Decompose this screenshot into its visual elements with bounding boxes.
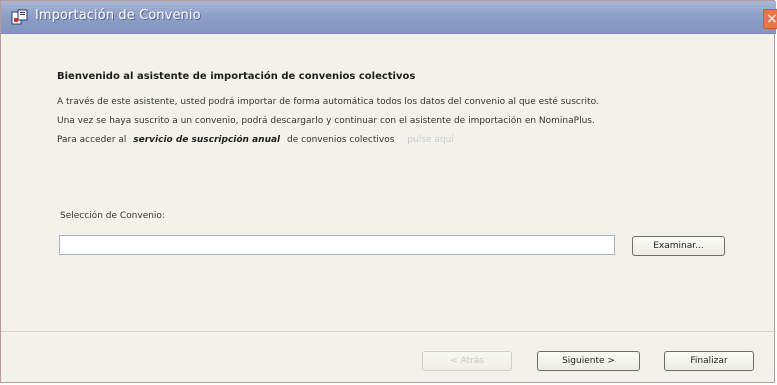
intro-line-3: Para acceder al servicio de suscripción … [57, 135, 454, 145]
back-button[interactable]: < Atrás [422, 351, 512, 371]
convenio-selection-label: Selección de Convenio: [60, 211, 165, 221]
intro-line-1: A través de este asistente, usted podrá … [57, 97, 599, 107]
subscription-prefix: Para acceder al [57, 135, 127, 145]
welcome-heading: Bienvenido al asistente de importación d… [57, 71, 416, 82]
window-title: Importación de Convenio [35, 8, 201, 23]
title-bar[interactable]: Importación de Convenio × [1, 1, 777, 34]
convenio-path-input[interactable] [59, 235, 615, 255]
close-button[interactable]: × [763, 9, 777, 29]
next-button[interactable]: Siguiente > [537, 351, 640, 371]
wizard-content: Bienvenido al asistente de importación d… [1, 34, 776, 384]
subscription-suffix: de convenios colectivos [287, 135, 395, 145]
browse-button[interactable]: Examinar... [632, 236, 725, 256]
subscription-service-text: servicio de suscripción anual [133, 135, 281, 145]
app-icon [11, 9, 28, 25]
subscription-link[interactable]: pulse aquí [407, 135, 453, 145]
close-icon: × [766, 11, 777, 27]
finish-button[interactable]: Finalizar [664, 351, 754, 371]
intro-line-2: Una vez se haya suscrito a un convenio, … [57, 116, 595, 126]
footer-divider [1, 331, 776, 332]
import-wizard-window: Importación de Convenio × Bienvenido al … [0, 0, 777, 384]
